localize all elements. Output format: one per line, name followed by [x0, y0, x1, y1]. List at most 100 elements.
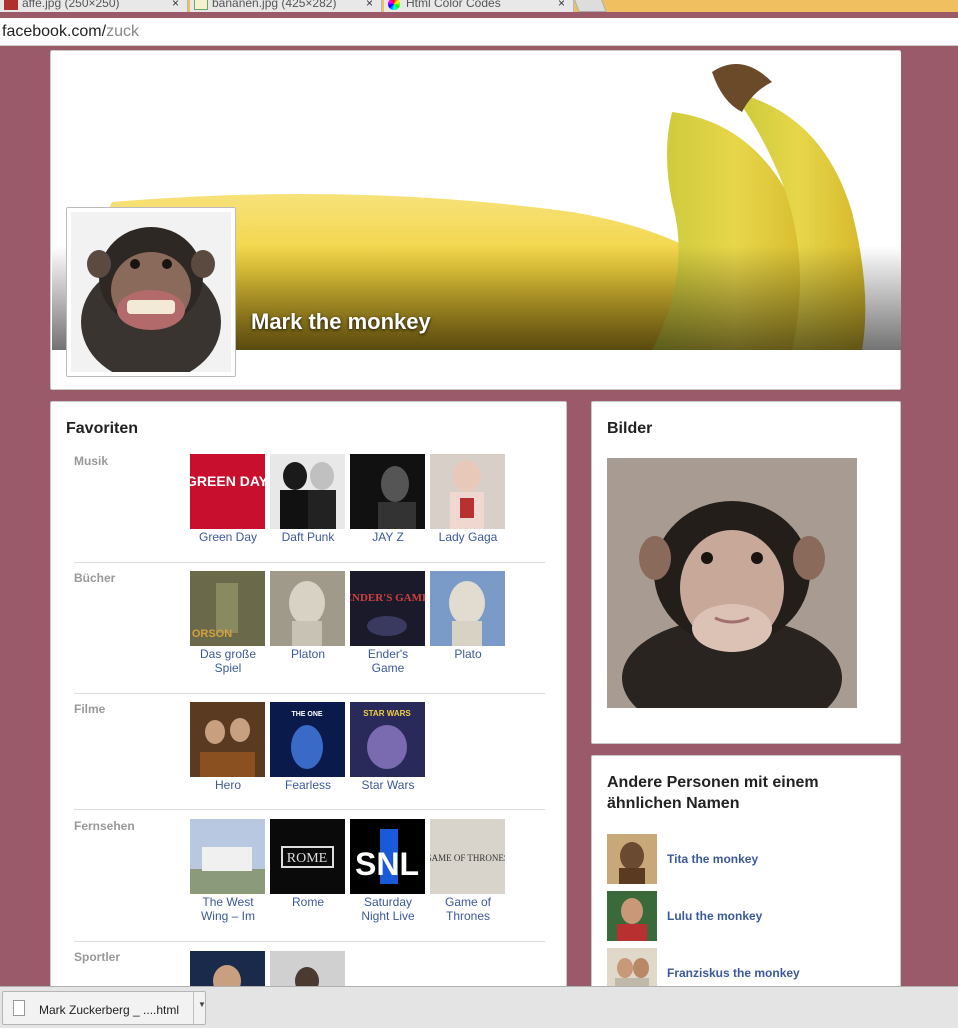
favorite-item[interactable]: THE ONE Fearless [270, 702, 346, 792]
image-favicon-icon [194, 0, 208, 10]
got-logo-text: GAME OF THRONES [430, 853, 505, 863]
game-of-thrones-thumbnail: GAME OF THRONES [430, 819, 505, 894]
snl-thumbnail: SNL [350, 819, 425, 894]
favorite-item[interactable]: GAME OF THRONES Game of Thrones [430, 819, 506, 923]
favorite-caption[interactable]: Star Wars [350, 778, 426, 792]
green-day-logo-text: GREEN DAY [190, 473, 265, 489]
favorites-title: Favoriten [66, 420, 139, 437]
favorite-caption[interactable]: Saturday Night Live [350, 895, 426, 923]
section-label: Bücher [74, 571, 116, 585]
plato-thumbnail [430, 571, 505, 646]
file-icon [13, 1000, 25, 1016]
url-path: zuck [106, 23, 139, 40]
favorite-caption[interactable]: Rome [270, 895, 346, 909]
jay-z-thumbnail [350, 454, 425, 529]
person-name-link[interactable]: Lulu the monkey [667, 909, 762, 923]
favorite-item[interactable]: JAY Z [350, 454, 426, 544]
enders-game-cover-text: ENDER'S GAME [350, 592, 425, 604]
close-tab-icon[interactable]: × [366, 0, 373, 10]
green-day-thumbnail: GREEN DAY [190, 454, 265, 529]
section-divider [74, 562, 545, 563]
chimpanzee-photo[interactable] [607, 458, 857, 708]
favorite-item[interactable]: Hero [190, 702, 266, 792]
section-label: Filme [74, 702, 106, 716]
lady-gaga-thumbnail [430, 454, 505, 529]
favorite-caption[interactable]: Fearless [270, 778, 346, 792]
person-avatar[interactable] [607, 834, 657, 884]
section-label: Fernsehen [74, 819, 135, 833]
chevron-down-icon[interactable]: ▼ [198, 1000, 206, 1009]
person-avatar[interactable] [607, 891, 657, 941]
monkey-avatar-image [71, 212, 231, 372]
favorite-item[interactable]: Platon [270, 571, 346, 661]
favorite-caption[interactable]: Lady Gaga [430, 530, 506, 544]
favorite-caption[interactable]: JAY Z [350, 530, 426, 544]
favorite-item[interactable]: SNL Saturday Night Live [350, 819, 426, 923]
rome-logo-text: ROME [287, 851, 327, 866]
favorite-caption[interactable]: Green Day [190, 530, 266, 544]
favorite-item[interactable]: STAR WARS Star Wars [350, 702, 426, 792]
favorites-card: Favoriten Musik GREEN DAY Green Day Daft… [50, 401, 567, 1001]
similar-person-row[interactable]: Lulu the monkey [607, 891, 887, 941]
profile-picture[interactable] [66, 207, 236, 377]
person-name-link[interactable]: Tita the monkey [667, 852, 758, 866]
favorite-caption[interactable]: Ender's Game [350, 647, 426, 675]
url-host: facebook.com/ [2, 23, 107, 40]
pictures-title: Bilder [607, 420, 653, 437]
section-label: Musik [74, 454, 109, 468]
daft-punk-thumbnail [270, 454, 345, 529]
orson-cover-text: ORSON [192, 628, 232, 640]
star-wars-cover-text: STAR WARS [363, 709, 411, 718]
section-divider [74, 693, 545, 694]
download-bar: Mark Zuckerberg _ ....html ▼ [0, 986, 958, 1028]
favorite-caption[interactable]: Das große Spiel [190, 647, 266, 675]
favorite-item[interactable]: GREEN DAY Green Day [190, 454, 266, 544]
tab-bananen[interactable]: bananen.jpg (425×282) × [190, 0, 382, 12]
rome-thumbnail: ROME [270, 819, 345, 894]
tab-label: bananen.jpg (425×282) [212, 0, 337, 10]
url-text[interactable]: facebook.com/zuck [2, 23, 139, 41]
download-separator [193, 992, 194, 1024]
favorite-item[interactable]: Plato [430, 571, 506, 661]
favorite-item[interactable]: The West Wing – Im [190, 819, 266, 923]
section-divider [74, 809, 545, 810]
favorite-item[interactable]: ENDER'S GAME Ender's Game [350, 571, 426, 675]
favorite-caption[interactable]: Game of Thrones [430, 895, 506, 923]
platon-thumbnail [270, 571, 345, 646]
favorite-item[interactable]: Daft Punk [270, 454, 346, 544]
close-tab-icon[interactable]: × [558, 0, 565, 10]
section-label: Sportler [74, 950, 121, 964]
favorite-caption[interactable]: Platon [270, 647, 346, 661]
favorite-caption[interactable]: Plato [430, 647, 506, 661]
enders-game-thumbnail: ENDER'S GAME [350, 571, 425, 646]
favorite-caption[interactable]: Hero [190, 778, 266, 792]
favorite-item[interactable]: Lady Gaga [430, 454, 506, 544]
favorite-caption[interactable]: The West Wing – Im [190, 895, 266, 923]
pictures-card: Bilder [591, 401, 901, 744]
west-wing-thumbnail [190, 819, 265, 894]
favorite-item[interactable]: ROME Rome [270, 819, 346, 909]
close-tab-icon[interactable]: × [172, 0, 179, 10]
color-wheel-icon [388, 0, 400, 10]
favorite-item[interactable]: ORSON Das große Spiel [190, 571, 266, 675]
download-filename[interactable]: Mark Zuckerberg _ ....html [39, 1003, 179, 1017]
similar-people-title: Andere Personen mit einem ähnlichen Name… [607, 774, 819, 812]
person-name-link[interactable]: Franziskus the monkey [667, 966, 800, 980]
similar-people-card: Andere Personen mit einem ähnlichen Name… [591, 755, 901, 1005]
hero-thumbnail [190, 702, 265, 777]
profile-name[interactable]: Mark the monkey [251, 309, 431, 335]
tab-affe[interactable]: affe.jpg (250×250) × [0, 0, 188, 12]
favorite-caption[interactable]: Daft Punk [270, 530, 346, 544]
snl-logo-text: SNL [355, 846, 419, 882]
fearless-thumbnail: THE ONE [270, 702, 345, 777]
image-favicon-icon [4, 0, 18, 10]
browser-tab-strip: affe.jpg (250×250) × bananen.jpg (425×28… [0, 0, 958, 12]
similar-person-row[interactable]: Tita the monkey [607, 834, 887, 884]
address-bar[interactable]: facebook.com/zuck [0, 18, 958, 46]
tab-html-color-codes[interactable]: Html Color Codes × [384, 0, 574, 12]
profile-header-card: Mark the monkey [50, 50, 901, 390]
new-tab-button[interactable] [573, 0, 607, 12]
tab-label: affe.jpg (250×250) [22, 0, 120, 10]
download-item[interactable]: Mark Zuckerberg _ ....html ▼ [2, 991, 206, 1025]
star-wars-thumbnail: STAR WARS [350, 702, 425, 777]
